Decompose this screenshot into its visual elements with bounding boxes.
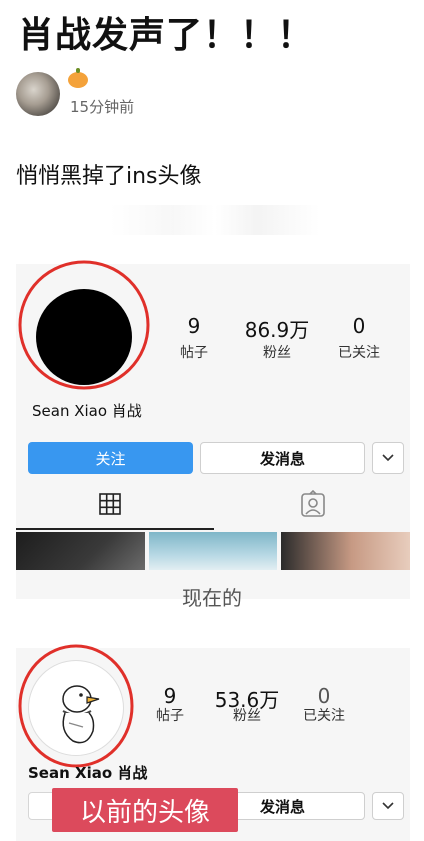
post-title: 肖战发声了！！！ <box>18 15 315 56</box>
tab-active-underline <box>16 528 214 530</box>
post-time: 15分钟前 <box>70 98 135 116</box>
post-thumbnail[interactable] <box>16 532 145 570</box>
chevron-down-icon <box>382 802 394 810</box>
stat-posts-value: 9 <box>187 314 201 338</box>
author-avatar[interactable] <box>16 72 60 116</box>
highlight-circle-previous <box>18 644 134 768</box>
faint-artifact <box>110 205 320 235</box>
stat-posts-label: 帖子 <box>180 345 208 361</box>
grid-icon[interactable] <box>98 492 122 516</box>
current-username: Sean Xiao 肖战 <box>32 402 142 420</box>
highlight-circle <box>18 260 150 390</box>
prev-stat-following-label: 已关注 <box>303 708 345 724</box>
post-body-text: 悄悄黑掉了ins头像 <box>16 164 202 189</box>
post-thumbnail[interactable] <box>281 532 411 570</box>
previous-avatar-label: 以前的头像 <box>52 788 238 832</box>
stat-following-label: 已关注 <box>338 345 380 361</box>
follow-button[interactable]: 关注 <box>28 442 193 474</box>
post-thumbnails <box>16 532 411 570</box>
prev-stat-posts-label: 帖子 <box>156 708 184 724</box>
caption-current: 现在的 <box>182 586 242 610</box>
previous-username: Sean Xiao 肖战 <box>28 764 148 782</box>
stat-following-value: 0 <box>352 314 366 338</box>
stat-followers-label: 粉丝 <box>263 345 291 361</box>
message-button[interactable]: 发消息 <box>200 442 365 474</box>
chevron-down-icon[interactable] <box>372 442 404 474</box>
post-thumbnail[interactable] <box>148 532 278 570</box>
pumpkin-icon <box>68 68 88 88</box>
tagged-icon[interactable] <box>300 490 326 518</box>
prev-stat-followers-label: 粉丝 <box>233 708 261 724</box>
stat-followers-value: 86.9万 <box>244 318 310 342</box>
previous-dropdown-button[interactable] <box>372 792 404 820</box>
